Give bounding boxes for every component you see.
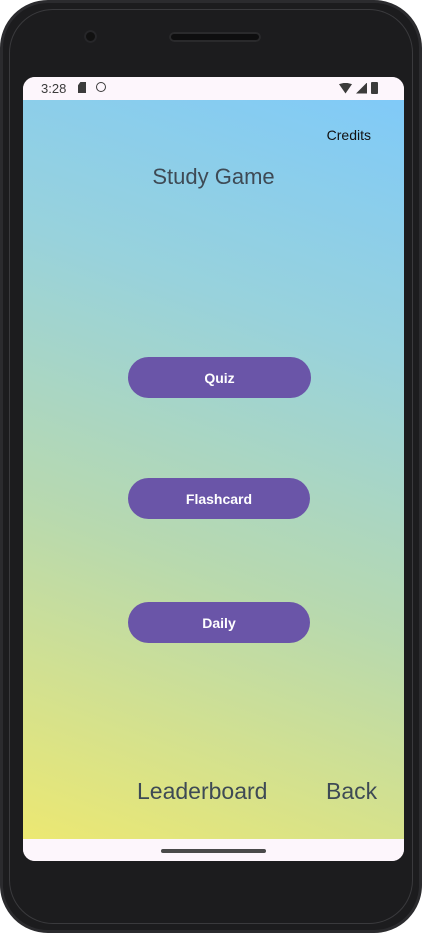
earpiece-speaker — [169, 32, 261, 42]
battery-icon — [371, 82, 378, 94]
sd-card-icon — [78, 82, 86, 93]
status-system-icons — [339, 82, 378, 94]
leaderboard-button[interactable]: Leaderboard — [137, 778, 267, 805]
status-notification-icons — [78, 82, 106, 93]
page-title: Study Game — [152, 164, 275, 189]
study-game-screen: Credits Study Game Quiz Flashcard Daily … — [23, 100, 404, 839]
daily-button[interactable]: Daily — [128, 602, 310, 643]
status-time: 3:28 — [41, 81, 67, 96]
credits-button[interactable]: Credits — [327, 127, 371, 143]
wifi-icon — [339, 82, 352, 94]
back-button[interactable]: Back — [326, 778, 377, 805]
flashcard-button[interactable]: Flashcard — [128, 478, 310, 519]
face-icon — [96, 82, 106, 92]
front-camera — [84, 30, 97, 43]
device-screen: 3:28 Credits Study Game Quiz Flashcard D… — [23, 77, 404, 861]
gesture-nav-bar — [23, 839, 404, 861]
quiz-button[interactable]: Quiz — [128, 357, 311, 398]
signal-icon — [356, 82, 367, 94]
home-gesture-handle[interactable] — [161, 849, 266, 853]
phone-frame: 3:28 Credits Study Game Quiz Flashcard D… — [0, 0, 422, 933]
status-bar: 3:28 — [23, 77, 404, 100]
